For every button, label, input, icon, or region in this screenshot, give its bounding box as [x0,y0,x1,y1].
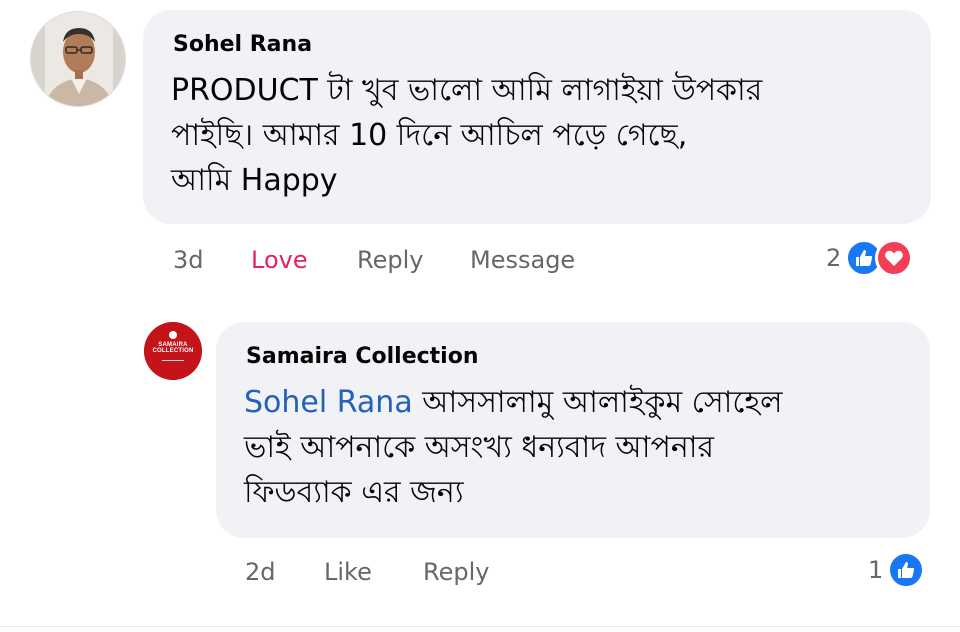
comment-text-line: আমি Happy [171,163,338,198]
avatar-samaira-collection[interactable]: SAMAIRA COLLECTION [144,322,202,380]
reaction-count: 1 [868,556,884,584]
profile-photo [31,12,125,106]
comment-text-line: ফিডব্যাক এর জন্য [244,475,464,510]
comment-author[interactable]: Samaira Collection [246,344,479,369]
like-action[interactable]: Like [324,558,372,586]
reply-actions: 2d Like Reply [0,558,960,590]
comment-timestamp[interactable]: 3d [173,246,204,274]
reply-button[interactable]: Reply [423,558,489,586]
comment-text-line: PRODUCT টা খুব ভালো আমি লাগাইয়া উপকার [171,73,763,108]
love-action[interactable]: Love [251,246,308,274]
avatar-sohel-rana[interactable] [30,11,126,107]
comment-text-line: Sohel Rana আসসালামু আলাইকুম সোহেল [244,385,783,420]
reaction-summary[interactable]: 2 [826,238,914,278]
mention-link[interactable]: Sohel Rana [244,385,413,420]
message-button[interactable]: Message [470,246,575,274]
comment-text-line: ভাই আপনাকে অসংখ্য ধন্যবাদ আপনার [244,430,714,465]
reply-bubble[interactable]: Samaira Collection Sohel Rana আসসালামু আ… [216,322,930,538]
comment-actions: 3d Love Reply Message [0,246,960,278]
comment-timestamp[interactable]: 2d [245,558,276,586]
reaction-summary[interactable]: 1 [868,550,926,590]
reaction-count: 2 [826,244,842,272]
divider [0,626,960,627]
logo-lettering: SAMAIRA COLLECTION [152,342,194,354]
comment-text-line: পাইছি। আমার 10 দিনে আচিল পড়ে গেছে, [171,118,688,153]
comment-text: PRODUCT টা খুব ভালো আমি লাগাইয়া উপকার প… [171,68,762,203]
comment-bubble[interactable]: Sohel Rana PRODUCT টা খুব ভালো আমি লাগাই… [143,10,931,224]
comment-author[interactable]: Sohel Rana [173,32,312,57]
reply-button[interactable]: Reply [357,246,423,274]
comment-text: Sohel Rana আসসালামু আলাইকুম সোহেল ভাই আপ… [244,380,783,515]
love-icon [875,239,914,277]
like-icon [887,551,926,589]
